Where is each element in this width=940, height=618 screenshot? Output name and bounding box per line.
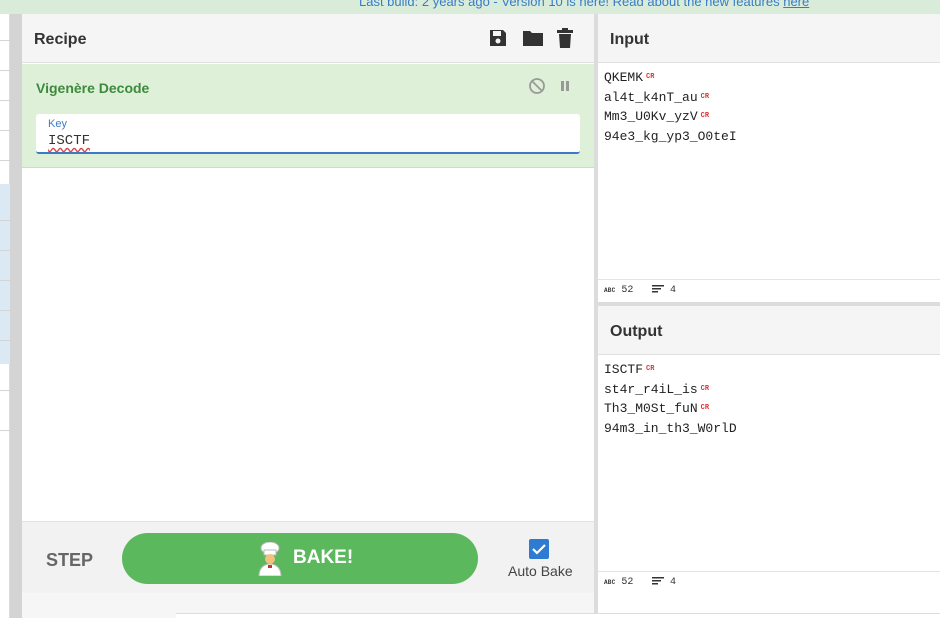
output-line: ISCTF CR — [604, 360, 740, 380]
chef-icon — [255, 541, 285, 577]
operations-divider — [0, 70, 10, 71]
output-line-text: st4r_r4iL_is — [604, 381, 698, 397]
checkmark-icon — [532, 544, 546, 555]
output-textarea[interactable]: ISCTF CR st4r_r4iL_is CR Th3_M0St_fuN CR 94… — [604, 360, 740, 439]
carriage-return-marker: CR — [700, 404, 710, 413]
output-lines-count: 4 — [652, 577, 676, 588]
input-line: QKEMK CR — [604, 68, 740, 88]
operations-divider — [0, 390, 10, 391]
carriage-return-marker: CR — [700, 112, 710, 121]
input-header: Input — [598, 14, 940, 63]
input-lines-value: 4 — [670, 285, 677, 296]
key-field[interactable]: Key ISCTF — [36, 114, 580, 154]
folder-icon[interactable] — [522, 28, 546, 50]
bottom-strip — [176, 613, 940, 618]
operations-highlight — [0, 184, 10, 364]
input-line: al4t_k4nT_au CR — [604, 88, 740, 108]
input-textarea[interactable]: QKEMK CR al4t_k4nT_au CR Mm3_U0Kv_yzV CR 94… — [604, 68, 740, 147]
carriage-return-marker: CR — [646, 73, 655, 81]
output-lines-value: 4 — [670, 577, 677, 588]
output-header: Output — [598, 306, 940, 355]
input-line: Mm3_U0Kv_yzV CR — [604, 107, 740, 127]
recipe-header: Recipe — [22, 14, 594, 63]
output-line: Th3_M0St_fuN CR — [604, 399, 740, 419]
trash-icon[interactable] — [556, 28, 580, 50]
auto-bake-label: Auto Bake — [508, 563, 573, 579]
length-icon: ABC — [604, 287, 616, 294]
auto-bake-checkbox[interactable] — [529, 539, 549, 559]
bake-label: BAKE! — [293, 547, 354, 568]
input-length: ABC 52 — [604, 285, 633, 296]
operations-divider — [0, 430, 10, 431]
lines-icon — [652, 577, 664, 585]
operations-divider — [0, 280, 10, 281]
output-length: ABC 52 — [604, 577, 633, 588]
recipe-title: Recipe — [34, 31, 87, 48]
step-button[interactable]: STEP — [46, 550, 93, 571]
input-line: 94e3_kg_yp3_O0teI — [604, 127, 740, 147]
operations-divider — [0, 250, 10, 251]
carriage-return-marker: CR — [700, 92, 710, 101]
operation-name: Vigenère Decode — [36, 80, 150, 96]
output-line: st4r_r4iL_is CR — [604, 380, 740, 400]
input-status-bar: ABC 52 4 — [598, 279, 940, 301]
operations-divider — [0, 310, 10, 311]
input-line-text: Mm3_U0Kv_yzV — [604, 109, 698, 125]
input-line-text: QKEMK — [604, 70, 644, 86]
cyberchef-window: Last build: 2 years ago - Version 10 is … — [0, 0, 940, 618]
input-panel: Input QKEMK CR al4t_k4nT_au CR Mm3_U0Kv_yz… — [598, 14, 940, 302]
bake-button[interactable]: BAKE! — [122, 533, 478, 584]
input-title: Input — [610, 31, 650, 48]
disable-icon[interactable] — [528, 77, 546, 95]
output-line-text: Th3_M0St_fuN — [604, 401, 698, 417]
operations-divider — [0, 100, 10, 101]
input-length-value: 52 — [621, 285, 634, 296]
operations-divider — [0, 40, 10, 41]
input-line-text: 94e3_kg_yp3_O0teI — [604, 129, 737, 145]
pause-icon[interactable] — [556, 77, 574, 95]
banner-text: Last build: 2 years ago - Version 10 is … — [359, 0, 809, 9]
key-label: Key — [48, 118, 67, 130]
banner-message: Last build: 2 years ago - Version 10 is … — [359, 0, 784, 9]
recipe-toolbar — [488, 28, 580, 50]
input-line-text: al4t_k4nT_au — [604, 89, 698, 105]
save-icon[interactable] — [488, 28, 512, 50]
output-status-bar: ABC 52 4 — [598, 571, 940, 593]
resize-gutter[interactable] — [10, 14, 22, 618]
output-title: Output — [610, 323, 663, 340]
output-panel: Output ISCTF CR st4r_r4iL_is CR Th3_M0St_f… — [598, 306, 940, 618]
input-lines-count: 4 — [652, 285, 676, 296]
carriage-return-marker: CR — [646, 365, 655, 373]
length-icon: ABC — [604, 579, 616, 586]
output-line: 94m3_in_th3_W0rlD — [604, 419, 740, 439]
operations-panel — [0, 14, 10, 618]
key-input[interactable]: ISCTF — [48, 133, 90, 149]
output-length-value: 52 — [621, 577, 634, 588]
notice-banner: Last build: 2 years ago - Version 10 is … — [0, 0, 940, 14]
output-line-text: 94m3_in_th3_W0rlD — [604, 421, 737, 437]
operations-divider — [0, 160, 10, 161]
recipe-operation[interactable]: Vigenère Decode Key ISCTF — [22, 64, 594, 168]
operations-divider — [0, 220, 10, 221]
lines-icon — [652, 285, 664, 293]
output-line-text: ISCTF — [604, 362, 644, 378]
banner-link[interactable]: here — [783, 0, 809, 9]
recipe-panel: Recipe Vigenère Decode Key ISCTF STEP BA… — [22, 14, 594, 618]
operations-divider — [0, 130, 10, 131]
operations-divider — [0, 340, 10, 341]
carriage-return-marker: CR — [700, 384, 710, 393]
bake-controls: STEP BAKE! Auto Bake — [22, 521, 594, 593]
